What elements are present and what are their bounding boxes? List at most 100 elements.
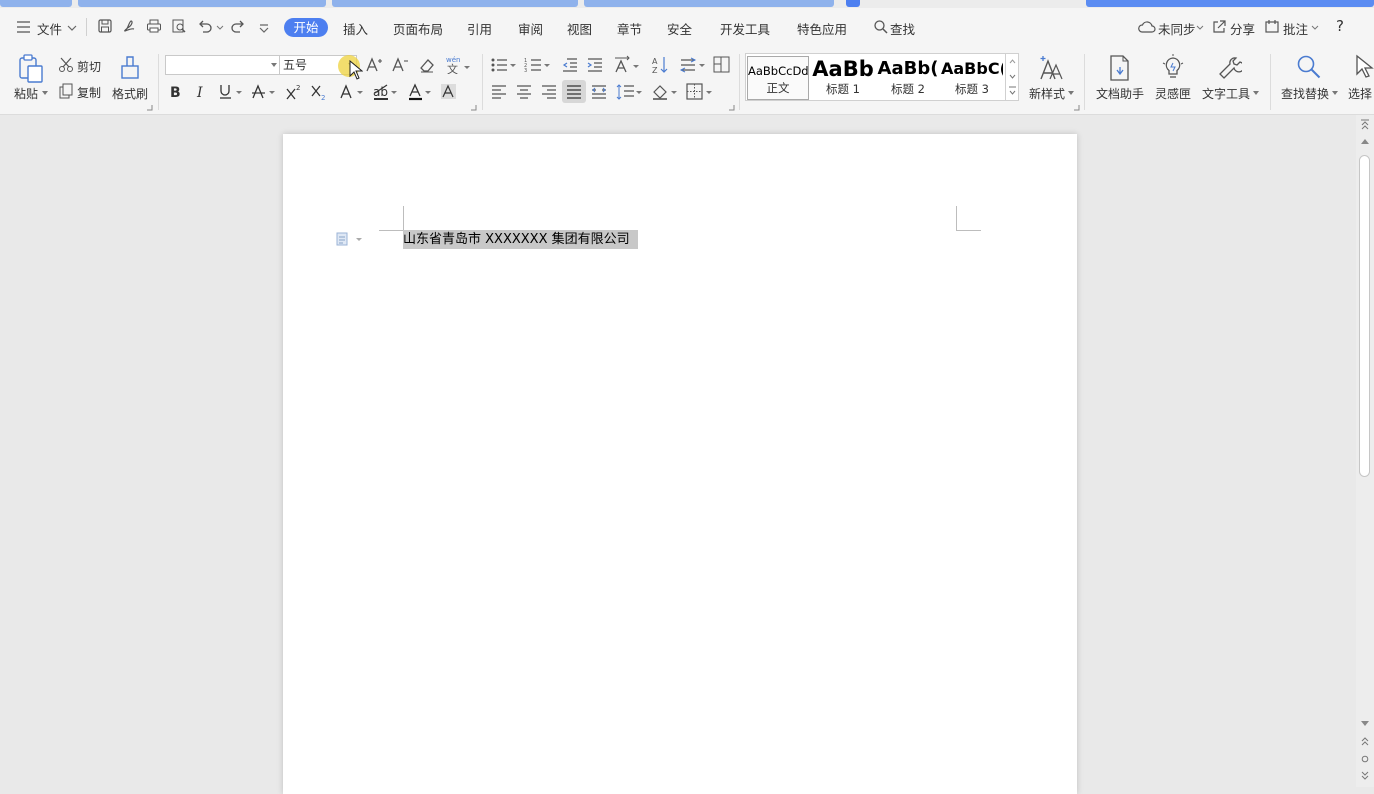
chevron-down-icon[interactable] [1311, 25, 1319, 31]
scroll-top-icon[interactable] [1360, 119, 1370, 131]
dialog-launcher-icon[interactable] [147, 105, 153, 111]
tab-page-layout[interactable]: 页面布局 [393, 19, 443, 38]
style-heading-1[interactable]: AaBb 标题 1 [811, 56, 875, 100]
phonetic-guide-icon[interactable]: wén 文 [445, 54, 471, 74]
bold-icon[interactable]: B [168, 84, 184, 100]
new-style-button[interactable]: 新样式 [1029, 85, 1065, 102]
tab-view[interactable]: 视图 [567, 19, 592, 38]
format-painter-icon[interactable] [118, 54, 142, 80]
borders-icon[interactable] [686, 83, 714, 101]
decrease-indent-icon[interactable] [561, 56, 579, 74]
justify-button[interactable] [562, 80, 586, 103]
scroll-down-icon[interactable] [1361, 721, 1369, 727]
document-tab-3[interactable] [332, 0, 578, 7]
paragraph-spacing-icon[interactable] [679, 56, 707, 74]
search-button[interactable]: 查找 [890, 19, 915, 38]
new-style-icon[interactable] [1038, 55, 1064, 81]
customize-toolbar-icon[interactable] [258, 23, 270, 33]
redo-icon[interactable] [230, 18, 248, 36]
tab-security[interactable]: 安全 [667, 19, 692, 38]
clear-formatting-icon[interactable] [418, 56, 436, 74]
tab-review[interactable]: 审阅 [518, 19, 543, 38]
paragraph-layout-icon[interactable] [336, 232, 364, 246]
text-effects-icon[interactable] [339, 83, 365, 101]
help-button[interactable]: ? [1336, 17, 1344, 35]
wrench-icon[interactable] [1218, 54, 1242, 82]
copy-icon[interactable] [58, 83, 74, 99]
undo-dropdown-icon[interactable] [216, 25, 224, 31]
document-tab-4[interactable] [584, 0, 834, 7]
tab-special-apps[interactable]: 特色应用 [797, 19, 847, 38]
style-normal[interactable]: AaBbCcDd 正文 [747, 56, 809, 100]
strikethrough-icon[interactable] [251, 83, 277, 101]
share-button[interactable]: 分享 [1230, 19, 1255, 38]
chevron-down-icon[interactable] [271, 63, 277, 67]
cloud-sync-icon[interactable] [1138, 19, 1156, 37]
find-replace-icon[interactable] [1296, 54, 1322, 80]
align-right-icon[interactable] [540, 83, 558, 101]
tab-developer-tools[interactable]: 开发工具 [720, 19, 770, 38]
sync-status[interactable]: 未同步 [1158, 19, 1196, 38]
font-color-icon[interactable] [407, 83, 433, 101]
browse-object-icon[interactable] [1361, 755, 1369, 763]
chevron-down-icon[interactable] [1068, 91, 1074, 95]
dialog-launcher-icon[interactable] [729, 105, 735, 111]
text-tools-button[interactable]: 文字工具 [1202, 85, 1250, 102]
bullet-list-icon[interactable] [490, 56, 518, 74]
copy-button[interactable]: 复制 [77, 84, 101, 101]
font-name-combo[interactable] [165, 55, 280, 75]
dialog-launcher-icon[interactable] [471, 105, 477, 111]
select-button[interactable]: 选择 [1348, 85, 1372, 102]
line-spacing-icon[interactable] [616, 83, 644, 101]
italic-icon[interactable]: I [194, 84, 210, 100]
previous-page-icon[interactable] [1360, 736, 1370, 746]
tab-home[interactable]: 开始 [284, 18, 328, 37]
next-page-icon[interactable] [1360, 771, 1370, 781]
document-tab-strip[interactable] [0, 0, 1374, 8]
tab-references[interactable]: 引用 [467, 19, 492, 38]
shading-icon[interactable] [651, 82, 679, 102]
chevron-down-icon[interactable] [67, 25, 77, 33]
underline-icon[interactable] [218, 83, 244, 101]
scroll-up-icon[interactable] [1361, 139, 1369, 145]
style-heading-3[interactable]: AaBbC( 标题 3 [941, 56, 1003, 100]
chevron-down-icon[interactable] [1253, 91, 1259, 95]
save-icon[interactable] [97, 18, 115, 36]
find-replace-button[interactable]: 查找替换 [1281, 85, 1329, 102]
output-pdf-icon[interactable] [122, 18, 140, 36]
document-tab-1[interactable] [0, 0, 72, 7]
chevron-down-icon[interactable] [1196, 25, 1204, 31]
print-icon[interactable] [146, 18, 164, 36]
tab-insert[interactable]: 插入 [343, 19, 368, 38]
search-icon[interactable] [873, 19, 889, 35]
chevron-down-icon[interactable] [1332, 91, 1338, 95]
paste-button[interactable]: 粘贴 [14, 85, 38, 102]
style-heading-2[interactable]: AaBb( 标题 2 [877, 56, 939, 100]
distributed-align-icon[interactable] [590, 83, 608, 101]
sort-icon[interactable]: AZ [651, 55, 669, 75]
increase-indent-icon[interactable] [586, 56, 604, 74]
paste-dropdown-icon[interactable] [42, 91, 48, 95]
highlight-color-icon[interactable]: ab [372, 83, 398, 101]
increase-font-size-icon[interactable] [365, 56, 383, 74]
document-tab-active[interactable] [846, 0, 860, 7]
show-hide-marks-icon[interactable] [713, 56, 731, 74]
superscript-icon[interactable]: 2 [285, 83, 303, 101]
tab-chapter[interactable]: 章节 [617, 19, 642, 38]
undo-icon[interactable] [197, 18, 215, 36]
decrease-font-size-icon[interactable] [391, 56, 409, 74]
align-center-icon[interactable] [515, 83, 533, 101]
character-shading-icon[interactable] [440, 83, 458, 101]
share-icon[interactable] [1211, 19, 1229, 37]
print-preview-icon[interactable] [171, 18, 189, 36]
document-page[interactable]: 山东省青岛市 XXXXXXX 集团有限公司 [283, 134, 1077, 794]
document-assistant-icon[interactable] [1108, 54, 1132, 82]
scrollbar-thumb[interactable] [1359, 155, 1370, 477]
subscript-icon[interactable]: 2 [310, 83, 328, 101]
styles-scroll[interactable] [1005, 54, 1019, 100]
document-tab-2[interactable] [78, 0, 326, 7]
lightbulb-icon[interactable] [1161, 54, 1185, 82]
scissors-icon[interactable] [58, 57, 74, 73]
comment-button[interactable]: 批注 [1283, 19, 1308, 38]
cut-button[interactable]: 剪切 [77, 58, 101, 75]
